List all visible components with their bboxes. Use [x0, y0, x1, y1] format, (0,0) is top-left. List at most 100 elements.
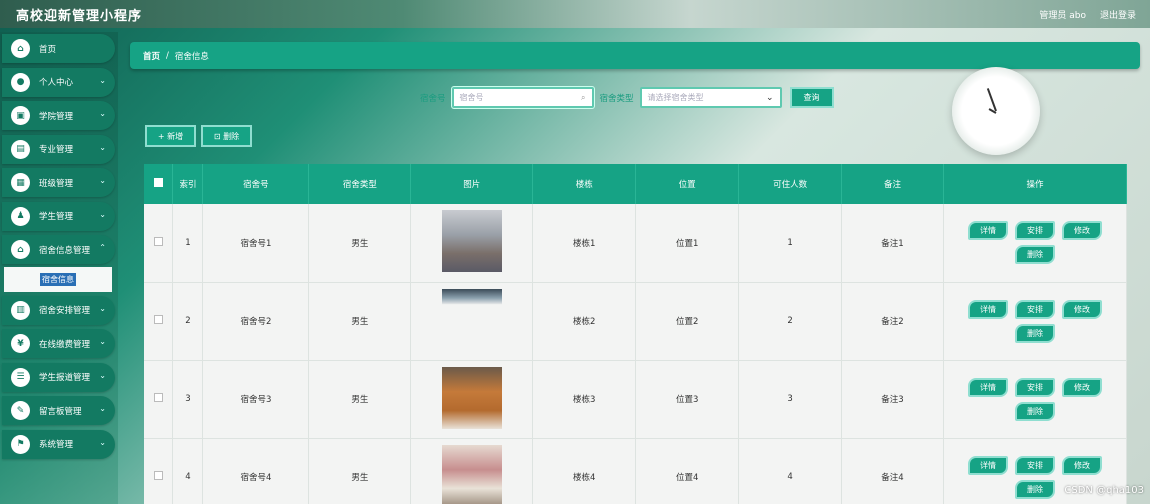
col-index: 索引 — [172, 164, 204, 204]
dorm-number-label: 宿舍号 — [420, 93, 446, 104]
edit-button[interactable]: 修改 — [1061, 455, 1102, 475]
select-all-header[interactable] — [144, 164, 174, 204]
student-icon: ♟ — [11, 206, 30, 226]
message-icon: ✎ — [11, 401, 30, 420]
sidebar-item-system[interactable]: ⚑ 系统管理 ⌄ — [2, 429, 115, 459]
edit-button[interactable]: 修改 — [1061, 221, 1102, 241]
cell-index: 1 — [172, 204, 204, 283]
chevron-down-icon: ⌄ — [99, 370, 106, 380]
col-dorm-number: 宿舍号 — [202, 164, 310, 204]
cell-building: 楼栋4 — [532, 438, 637, 504]
breadcrumb-current: 宿舍信息 — [174, 51, 209, 62]
chevron-down-icon: ⌄ — [99, 404, 106, 413]
dorm-number-placeholder: 宿舍号 — [459, 93, 484, 102]
sidebar-item-label: 宿舍安排管理 — [39, 306, 91, 316]
row-checkbox[interactable] — [153, 236, 163, 246]
delete-button[interactable]: 删除 — [1014, 401, 1055, 421]
sidebar-item-message[interactable]: ✎ 留言板管理 ⌄ — [2, 396, 115, 425]
main-content: 首页 / 宿舍信息 宿舍号 宿舍号 ⌕ 宿舍类型 请选择宿舍类型 ⌄ 查询 + … — [122, 32, 1150, 504]
sidebar-item-label: 在线缴费管理 — [39, 339, 91, 350]
sidebar-item-profile[interactable]: ● 个人中心 ⌄ — [2, 67, 115, 97]
cell-dorm-type: 男生 — [308, 282, 412, 361]
cell-dorm-number: 宿舍号2 — [202, 282, 310, 361]
sidebar-item-home[interactable]: ⌂ 首页 — [2, 34, 115, 63]
system-icon: ⚑ — [11, 434, 30, 454]
cell-dorm-number: 宿舍号4 — [202, 438, 310, 504]
sidebar-item-payment[interactable]: ¥ 在线缴费管理 ⌄ — [2, 329, 115, 358]
report-icon: ☰ — [11, 367, 30, 387]
dorm-photo[interactable] — [441, 210, 502, 273]
cell-capacity: 1 — [738, 204, 843, 283]
batch-delete-button[interactable]: ⊡ 删除 — [201, 125, 252, 147]
detail-button[interactable]: 详情 — [967, 299, 1008, 319]
chevron-down-icon: ⌄ — [99, 109, 106, 118]
sidebar-item-label: 留言板管理 — [39, 406, 82, 417]
row-checkbox[interactable] — [153, 393, 163, 402]
cell-building: 楼栋2 — [532, 282, 637, 361]
arrange-button[interactable]: 安排 — [1014, 455, 1055, 475]
breadcrumb-home[interactable]: 首页 — [143, 50, 160, 62]
edit-button[interactable]: 修改 — [1061, 377, 1102, 397]
delete-button[interactable]: 删除 — [1014, 245, 1055, 265]
sidebar-item-label: 首页 — [39, 44, 57, 55]
col-note: 备注 — [841, 164, 944, 204]
dorm-type-select[interactable]: 请选择宿舍类型 ⌄ — [639, 87, 782, 108]
chevron-down-icon: ⌄ — [99, 437, 106, 447]
cell-capacity: 3 — [738, 360, 843, 439]
sidebar-item-student[interactable]: ♟ 学生管理 ⌄ — [2, 201, 115, 231]
chevron-up-icon: ⌃ — [99, 243, 106, 252]
chevron-down-icon: ⌄ — [99, 176, 106, 185]
add-button[interactable]: + 新增 — [145, 125, 196, 147]
arrange-button[interactable]: 安排 — [1014, 377, 1055, 397]
detail-button[interactable]: 详情 — [967, 455, 1008, 475]
cell-position: 位置3 — [635, 360, 740, 439]
select-all-checkbox[interactable] — [153, 178, 163, 187]
dorm-photo[interactable] — [441, 366, 502, 429]
arrange-button[interactable]: 安排 — [1014, 221, 1055, 241]
sidebar-item-report[interactable]: ☰ 学生报道管理 ⌄ — [2, 362, 115, 392]
cell-index: 4 — [172, 438, 204, 504]
row-checkbox[interactable] — [153, 315, 163, 324]
sidebar: ⌂ 首页 ● 个人中心 ⌄ ▣ 学院管理 ⌄ ▤ 专业管理 ⌄ ▦ 班级管理 ⌄ ♟ 学生管理 ⌄ ⌂… — [0, 32, 118, 504]
sidebar-subitem-dorm-info[interactable]: 宿舍信息 — [4, 266, 112, 292]
sidebar-item-class[interactable]: ▦ 班级管理 ⌄ — [2, 168, 115, 197]
col-position: 位置 — [635, 164, 740, 204]
admin-user-label[interactable]: 管理员 abo — [1039, 8, 1086, 21]
delete-button[interactable]: 删除 — [1014, 323, 1055, 343]
payment-icon: ¥ — [11, 334, 30, 353]
sidebar-item-label: 学院管理 — [39, 111, 74, 122]
cell-dorm-number: 宿舍号3 — [202, 360, 310, 439]
arrange-button[interactable]: 安排 — [1014, 299, 1055, 319]
sidebar-item-college[interactable]: ▣ 学院管理 ⌄ — [2, 101, 115, 130]
cell-building: 楼栋1 — [532, 204, 637, 283]
detail-button[interactable]: 详情 — [967, 221, 1008, 241]
chevron-down-icon: ⌄ — [99, 337, 106, 346]
cell-note: 备注3 — [841, 360, 944, 439]
dorm-photo[interactable] — [441, 288, 502, 319]
class-icon: ▦ — [11, 173, 30, 192]
cell-note: 备注1 — [841, 204, 944, 283]
logout-link[interactable]: 退出登录 — [1100, 8, 1136, 21]
search-bar: 宿舍号 宿舍号 ⌕ 宿舍类型 请选择宿舍类型 ⌄ 查询 — [420, 87, 834, 108]
col-image: 图片 — [410, 164, 534, 204]
table-row: 4 宿舍号4 男生 楼栋4 位置4 4 备注4 详情 安排 修改 删除 — [144, 438, 1128, 504]
detail-button[interactable]: 详情 — [967, 377, 1008, 397]
query-button[interactable]: 查询 — [789, 87, 834, 108]
sidebar-item-dorm-info[interactable]: ⌂ 宿舍信息管理 ⌃ — [2, 235, 115, 264]
col-actions: 操作 — [943, 164, 1128, 204]
cell-dorm-type: 男生 — [308, 360, 412, 439]
breadcrumb-separator: / — [166, 50, 169, 61]
college-icon: ▣ — [11, 106, 30, 125]
sidebar-item-major[interactable]: ▤ 专业管理 ⌄ — [2, 134, 115, 164]
search-icon: ⌕ — [581, 92, 586, 102]
arrange-icon: ▥ — [11, 300, 30, 320]
home-icon: ⌂ — [11, 39, 30, 58]
dorm-number-input[interactable]: 宿舍号 ⌕ — [451, 87, 594, 108]
edit-button[interactable]: 修改 — [1061, 299, 1102, 319]
dorm-photo[interactable] — [441, 444, 502, 504]
dorm-type-placeholder: 请选择宿舍类型 — [647, 93, 704, 102]
row-checkbox[interactable] — [153, 471, 163, 480]
delete-button[interactable]: 删除 — [1014, 479, 1055, 499]
sidebar-item-dorm-arrange[interactable]: ▥ 宿舍安排管理 ⌄ — [2, 295, 115, 325]
sidebar-item-label: 专业管理 — [39, 145, 74, 155]
